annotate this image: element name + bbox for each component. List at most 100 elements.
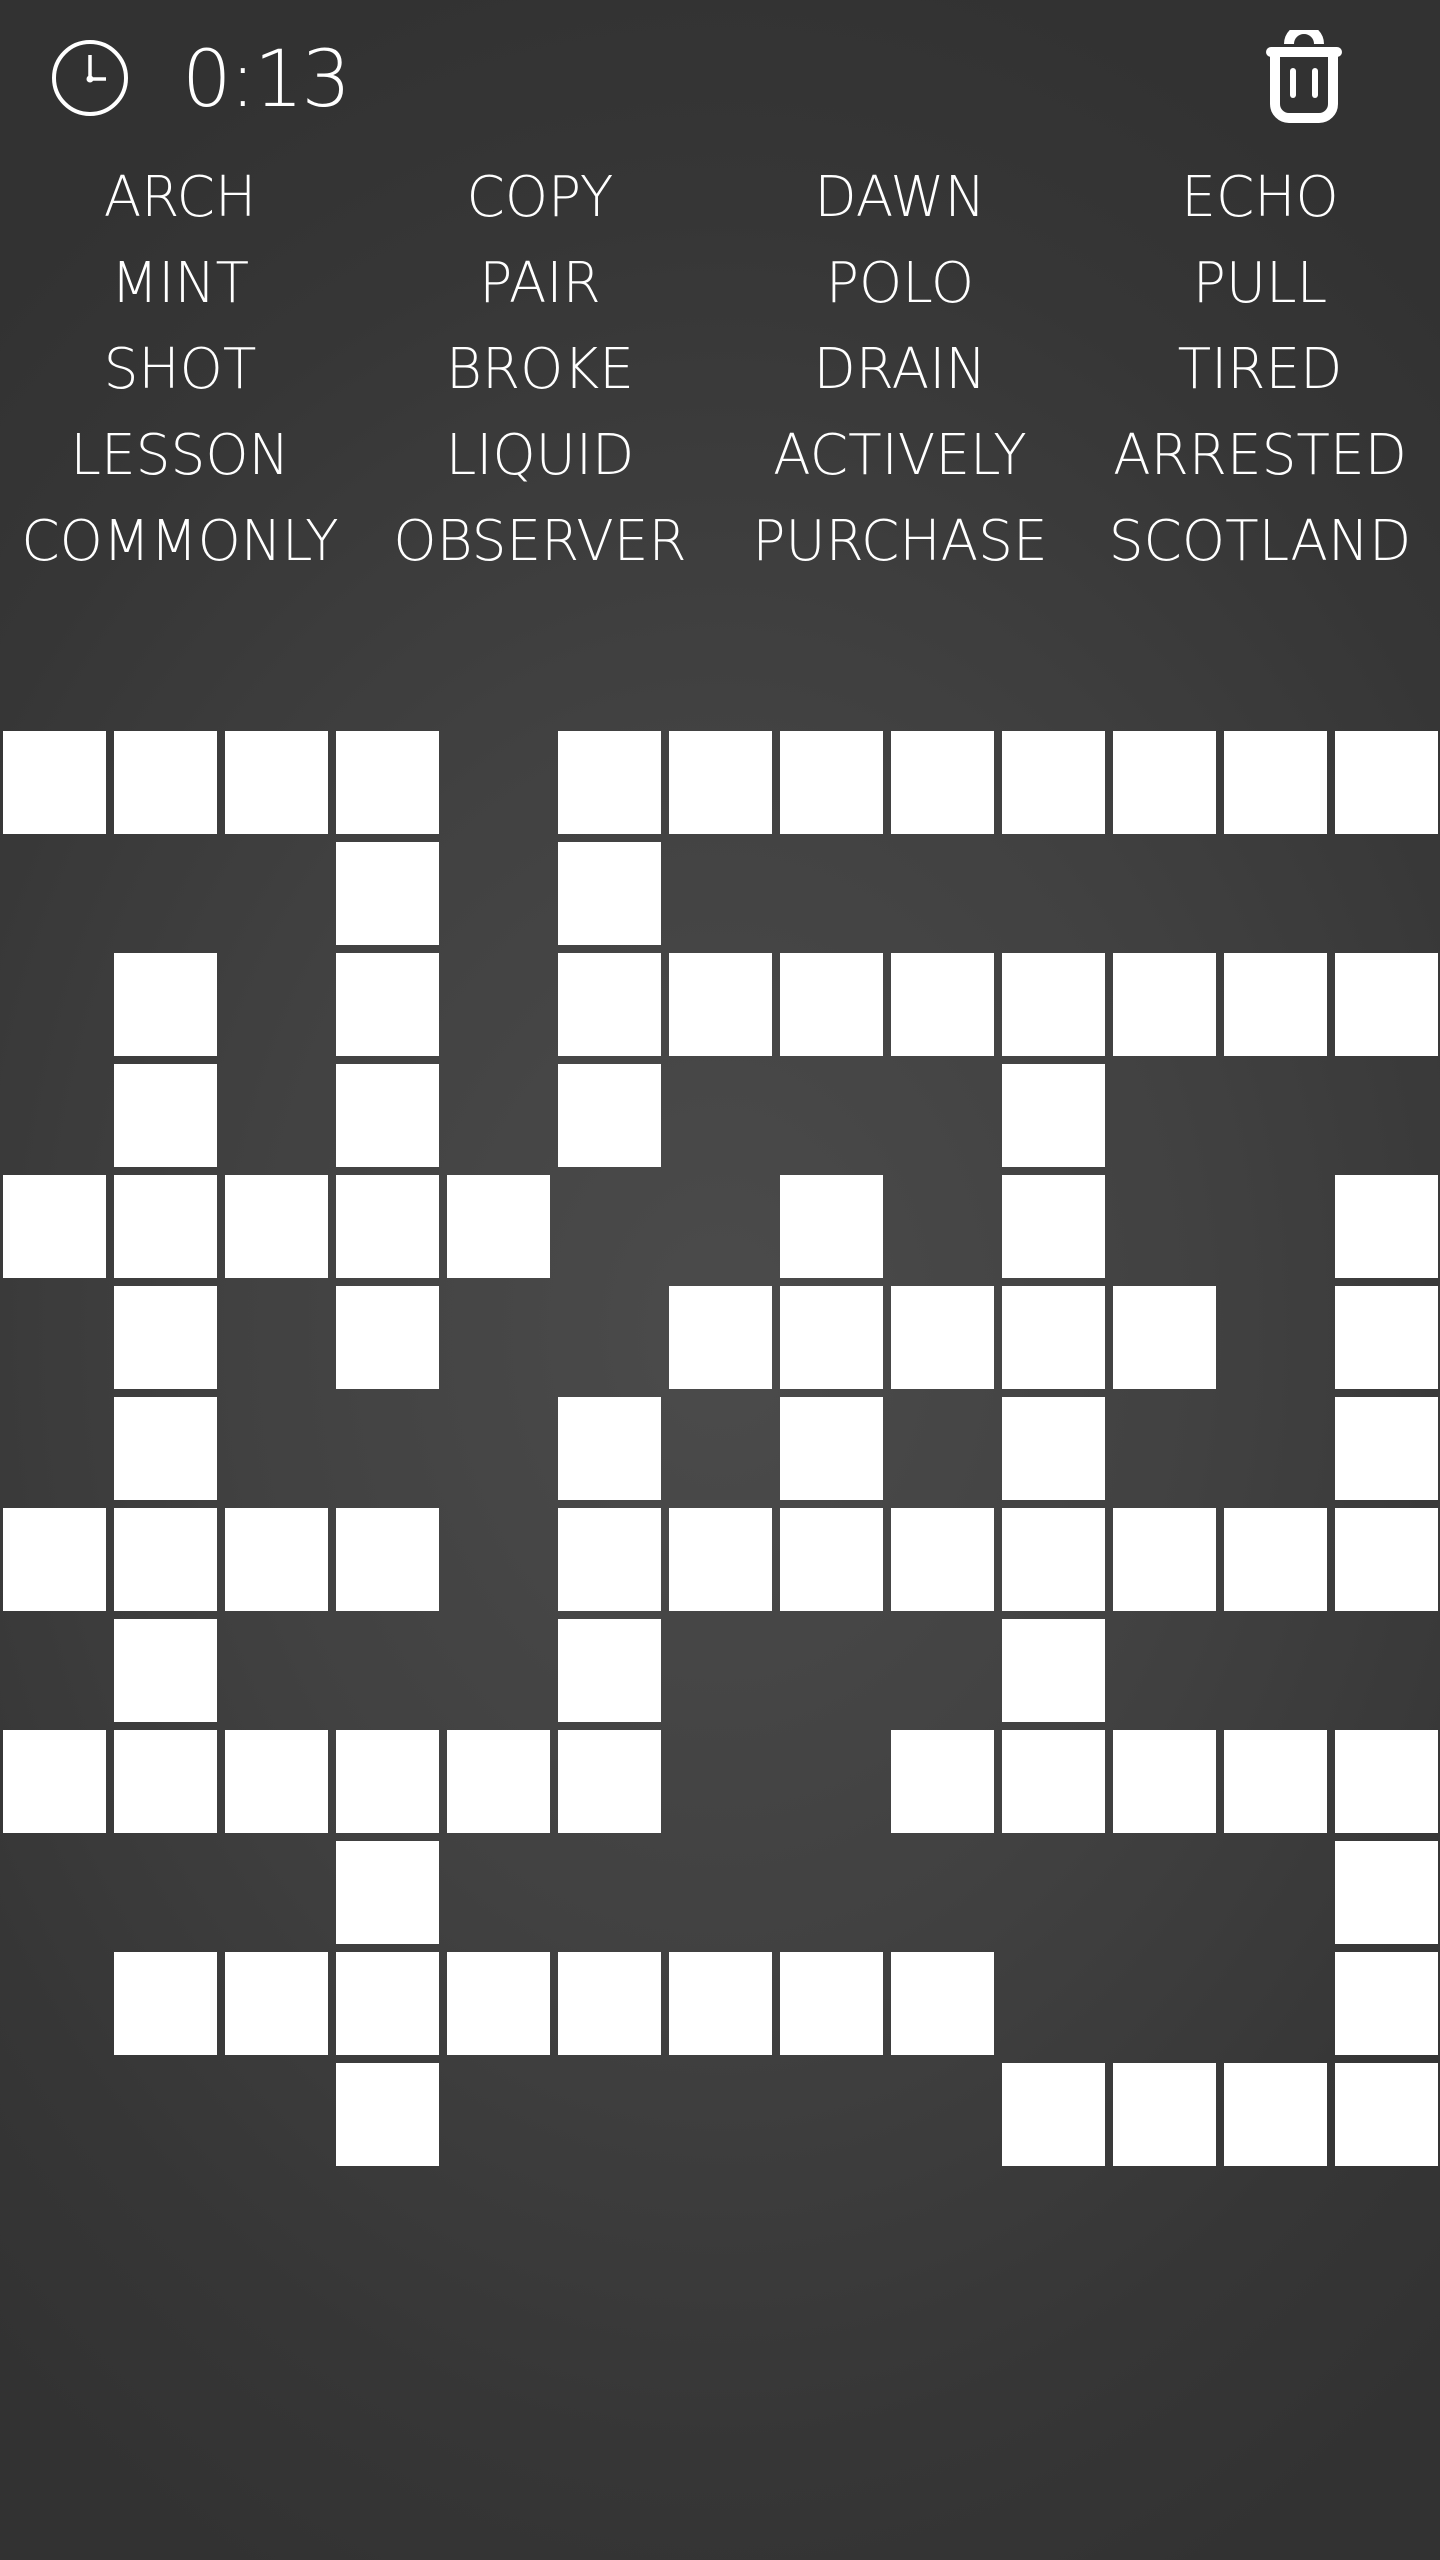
grid-cell[interactable] bbox=[225, 1730, 328, 1833]
grid-cell[interactable] bbox=[558, 731, 661, 834]
grid-cell[interactable] bbox=[1002, 1286, 1105, 1389]
grid-cell[interactable] bbox=[336, 1175, 439, 1278]
grid-cell[interactable] bbox=[114, 1175, 217, 1278]
word-list-item: DAWN bbox=[814, 165, 986, 230]
grid-cell[interactable] bbox=[336, 842, 439, 945]
grid-cell[interactable] bbox=[225, 1508, 328, 1611]
grid-cell[interactable] bbox=[669, 731, 772, 834]
grid-cell[interactable] bbox=[1335, 953, 1438, 1056]
grid-cell[interactable] bbox=[114, 1064, 217, 1167]
grid-cell[interactable] bbox=[891, 1952, 994, 2055]
grid-cell[interactable] bbox=[225, 731, 328, 834]
grid-cell[interactable] bbox=[336, 953, 439, 1056]
grid-cell[interactable] bbox=[1002, 1175, 1105, 1278]
grid-cell[interactable] bbox=[1002, 953, 1105, 1056]
grid-cell[interactable] bbox=[225, 1952, 328, 2055]
grid-cell[interactable] bbox=[669, 953, 772, 1056]
grid-cell[interactable] bbox=[891, 1286, 994, 1389]
grid-cell[interactable] bbox=[114, 1619, 217, 1722]
grid-cell[interactable] bbox=[891, 1508, 994, 1611]
grid-cell[interactable] bbox=[669, 1286, 772, 1389]
grid-cell[interactable] bbox=[114, 1286, 217, 1389]
grid-cell[interactable] bbox=[1113, 2063, 1216, 2166]
grid-cell[interactable] bbox=[336, 2063, 439, 2166]
grid-cell[interactable] bbox=[558, 1952, 661, 2055]
grid-cell[interactable] bbox=[891, 731, 994, 834]
grid-cell[interactable] bbox=[1335, 2063, 1438, 2166]
grid-cell[interactable] bbox=[1002, 1508, 1105, 1611]
grid-cell[interactable] bbox=[669, 1508, 772, 1611]
grid-cell[interactable] bbox=[336, 1952, 439, 2055]
grid-cell[interactable] bbox=[1335, 1841, 1438, 1944]
word-list-item: COPY bbox=[466, 165, 614, 230]
grid-cell[interactable] bbox=[1335, 1952, 1438, 2055]
grid-cell[interactable] bbox=[447, 1730, 550, 1833]
grid-cell[interactable] bbox=[336, 731, 439, 834]
grid-cell[interactable] bbox=[336, 1286, 439, 1389]
grid-cell[interactable] bbox=[558, 842, 661, 945]
grid-cell[interactable] bbox=[669, 1952, 772, 2055]
clear-board-button[interactable] bbox=[1262, 24, 1346, 126]
grid-cell[interactable] bbox=[114, 953, 217, 1056]
grid-cell[interactable] bbox=[1002, 1730, 1105, 1833]
grid-cell[interactable] bbox=[1002, 2063, 1105, 2166]
grid-cell[interactable] bbox=[558, 1397, 661, 1500]
grid-cell[interactable] bbox=[780, 731, 883, 834]
grid-cell[interactable] bbox=[780, 1952, 883, 2055]
grid-cell[interactable] bbox=[780, 1508, 883, 1611]
grid-cell[interactable] bbox=[3, 1175, 106, 1278]
grid-cell[interactable] bbox=[114, 1508, 217, 1611]
grid-cell[interactable] bbox=[558, 953, 661, 1056]
grid-cell[interactable] bbox=[891, 953, 994, 1056]
grid-cell[interactable] bbox=[114, 731, 217, 834]
grid-cell[interactable] bbox=[1113, 1508, 1216, 1611]
grid-cell[interactable] bbox=[1002, 731, 1105, 834]
grid-cell[interactable] bbox=[780, 1286, 883, 1389]
grid-cell[interactable] bbox=[336, 1730, 439, 1833]
grid-cell[interactable] bbox=[3, 731, 106, 834]
grid-cell[interactable] bbox=[1113, 1730, 1216, 1833]
grid-cell[interactable] bbox=[225, 1175, 328, 1278]
word-list-item: POLO bbox=[825, 251, 975, 316]
grid-cell[interactable] bbox=[336, 1064, 439, 1167]
grid-cell[interactable] bbox=[336, 1841, 439, 1944]
grid-cell[interactable] bbox=[336, 1508, 439, 1611]
grid-cell[interactable] bbox=[3, 1508, 106, 1611]
word-list-item: SCOTLAND bbox=[1108, 509, 1412, 574]
grid-cell[interactable] bbox=[558, 1064, 661, 1167]
grid-cell[interactable] bbox=[114, 1730, 217, 1833]
grid-cell[interactable] bbox=[1335, 1286, 1438, 1389]
word-list-item: COMMONLY bbox=[21, 509, 339, 574]
grid-cell[interactable] bbox=[780, 953, 883, 1056]
grid-cell[interactable] bbox=[891, 1730, 994, 1833]
word-list-item: PULL bbox=[1192, 251, 1328, 316]
grid-cell[interactable] bbox=[1335, 1508, 1438, 1611]
word-list-item: LIQUID bbox=[445, 423, 635, 488]
grid-cell[interactable] bbox=[1002, 1619, 1105, 1722]
grid-cell[interactable] bbox=[1224, 731, 1327, 834]
grid-cell[interactable] bbox=[1224, 1508, 1327, 1611]
grid-cell[interactable] bbox=[1113, 731, 1216, 834]
grid-cell[interactable] bbox=[1224, 953, 1327, 1056]
grid-cell[interactable] bbox=[1335, 731, 1438, 834]
grid-cell[interactable] bbox=[558, 1619, 661, 1722]
grid-cell[interactable] bbox=[1113, 953, 1216, 1056]
grid-cell[interactable] bbox=[558, 1730, 661, 1833]
grid-cell[interactable] bbox=[3, 1730, 106, 1833]
grid-cell[interactable] bbox=[114, 1952, 217, 2055]
grid-cell[interactable] bbox=[1335, 1175, 1438, 1278]
grid-cell[interactable] bbox=[1224, 1730, 1327, 1833]
grid-cell[interactable] bbox=[1002, 1397, 1105, 1500]
grid-cell[interactable] bbox=[558, 1508, 661, 1611]
grid-cell[interactable] bbox=[780, 1175, 883, 1278]
grid-cell[interactable] bbox=[1335, 1730, 1438, 1833]
grid-cell[interactable] bbox=[447, 1175, 550, 1278]
grid-cell[interactable] bbox=[1113, 1286, 1216, 1389]
grid-cell[interactable] bbox=[1335, 1397, 1438, 1500]
grid-cell[interactable] bbox=[1224, 2063, 1327, 2166]
grid-cell[interactable] bbox=[780, 1397, 883, 1500]
grid-cell[interactable] bbox=[114, 1397, 217, 1500]
header-bar: 0:13 bbox=[0, 0, 1440, 150]
grid-cell[interactable] bbox=[447, 1952, 550, 2055]
grid-cell[interactable] bbox=[1002, 1064, 1105, 1167]
